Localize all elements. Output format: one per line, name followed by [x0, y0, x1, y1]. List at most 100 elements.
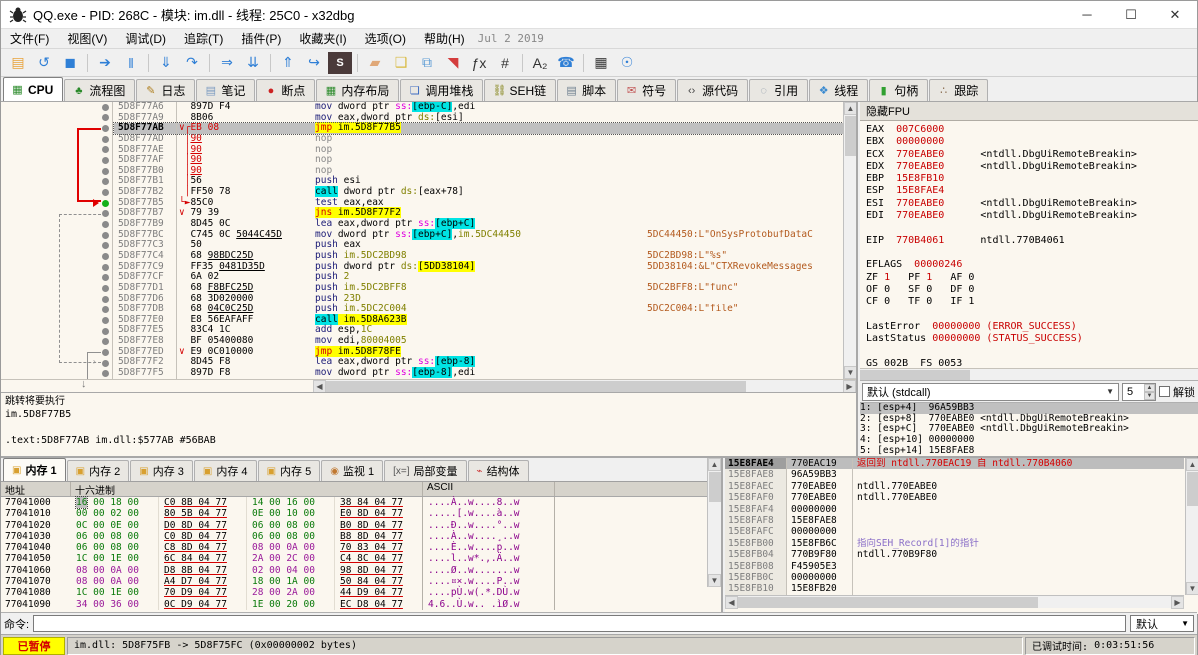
menu-item-1[interactable]: 视图(V) — [58, 28, 116, 49]
registers-horizontal-scrollbar[interactable] — [860, 369, 1198, 382]
patch-icon[interactable]: ▰ — [363, 52, 387, 74]
breakpoint-dot[interactable] — [102, 295, 109, 303]
disassembly-vertical-scrollbar[interactable]: ▲ ▼ — [843, 102, 856, 379]
breakpoint-dot[interactable] — [102, 199, 109, 207]
stack-row[interactable]: 15E8FB10 15E8FB20 — [725, 583, 1184, 595]
stack-row[interactable]: 15E8FAE4 770EAC19 返回到 ntdll.770EAC19 自 ntd… — [725, 458, 1184, 470]
breakpoint-dot[interactable] — [102, 359, 109, 367]
tab-符号[interactable]: ✉ 符号 — [617, 79, 677, 101]
calling-convention-select[interactable]: 默认 (stdcall) ▼ — [862, 382, 1119, 401]
pause-icon[interactable]: ‖ — [119, 52, 143, 74]
checkbox[interactable] — [1159, 386, 1170, 398]
stack-row[interactable]: 15E8FB04 770B9F80 ntdll.770B9F80 — [725, 549, 1184, 561]
references-icon[interactable]: ☉ — [615, 52, 639, 74]
tab-源代码[interactable]: ‹› 源代码 — [677, 79, 749, 101]
breakpoint-dot[interactable] — [102, 167, 109, 175]
tab-笔记[interactable]: ▤ 笔记 — [196, 79, 256, 101]
breakpoint-dot[interactable] — [102, 146, 109, 154]
calculator-icon[interactable]: ▦ — [589, 52, 613, 74]
tab-内存 2[interactable]: ▣ 内存 2 — [66, 460, 130, 481]
menu-item-6[interactable]: 选项(O) — [356, 28, 415, 49]
memory-row[interactable]: 77041040 06 00 08 00 C8 8D 04 77 08 00 0A 0… — [1, 542, 721, 554]
scroll-right-arrow[interactable]: ▶ — [1171, 596, 1184, 609]
tab-内存 4[interactable]: ▣ 内存 4 — [193, 460, 257, 481]
breakpoint-dot[interactable] — [102, 316, 109, 324]
tab-线程[interactable]: ❖ 线程 — [809, 79, 869, 101]
close-button[interactable]: ✕ — [1153, 1, 1197, 28]
tab-结构体[interactable]: ⌁ 结构体 — [467, 460, 529, 481]
memory-row[interactable]: 77041060 08 00 0A 00 D8 8B 04 77 02 00 04 0… — [1, 564, 721, 577]
stop-icon[interactable]: ◼ — [58, 52, 82, 74]
breakpoint-dot[interactable] — [102, 306, 109, 314]
breakpoint-dot[interactable] — [102, 125, 109, 133]
memory-row[interactable]: 77041050 1C 00 1E 00 6C 84 04 77 2A 00 2C 0… — [1, 553, 721, 565]
tab-引用[interactable]: ◌ 引用 — [749, 79, 809, 101]
tab-句柄[interactable]: ▮ 句柄 — [869, 79, 929, 101]
memory-row[interactable]: 77041000 16 00 18 00 C0 8B 04 77 14 00 16 0… — [1, 496, 721, 509]
breakpoint-dot[interactable] — [102, 114, 109, 122]
remote-icon[interactable]: ☎ — [554, 52, 578, 74]
stack-row[interactable]: 15E8FB00 15E8FB6C 指向SEH_Record[1]的指针 — [725, 537, 1184, 550]
tab-内存 3[interactable]: ▣ 内存 3 — [130, 460, 193, 481]
breakpoint-dot[interactable] — [102, 327, 109, 335]
stack-vertical-scrollbar[interactable]: ▲ ▼ — [1185, 458, 1198, 595]
disasm-row[interactable]: 5D8F77B0 │90 nop — [114, 165, 843, 177]
breakpoint-dot[interactable] — [102, 370, 109, 378]
scroll-down-arrow[interactable]: ▼ — [844, 366, 856, 379]
run-icon[interactable]: ➔ — [93, 52, 117, 74]
stack-horizontal-scrollbar[interactable]: ◀ ▶ — [725, 595, 1184, 609]
stack-row[interactable]: 15E8FB0C 00000000 — [725, 571, 1184, 584]
unlock-checkbox[interactable]: 解锁 — [1159, 384, 1197, 400]
stack-row[interactable]: 15E8FAEC 770EABE0 ntdll.770EABE0 — [725, 480, 1184, 493]
scroll-up-arrow[interactable]: ▲ — [844, 102, 856, 115]
comments-icon[interactable]: ❑ — [389, 52, 413, 74]
scroll-thumb[interactable] — [845, 116, 856, 156]
stack-row[interactable]: 15E8FAF8 15E8FAE8 — [725, 514, 1184, 527]
animate-into-icon[interactable]: ⇒ — [215, 52, 239, 74]
breakpoint-dot[interactable] — [102, 135, 109, 143]
argument-count-spinner[interactable]: 5 ▲ ▼ — [1122, 382, 1156, 401]
breakpoint-dot[interactable] — [102, 348, 109, 356]
argument-row[interactable]: 4: [esp+10] 00000000 — [860, 434, 1198, 446]
step-over-icon[interactable]: ↷ — [180, 52, 204, 74]
memory-row[interactable]: 77041090 34 00 36 00 0C D9 04 77 1E 00 20 0… — [1, 598, 721, 610]
menu-item-5[interactable]: 收藏夹(I) — [290, 28, 355, 49]
memory-row[interactable]: 77041070 08 00 0A 00 A4 D7 04 77 18 00 1A 0… — [1, 576, 721, 588]
bookmarks-icon[interactable]: ◥ — [441, 52, 465, 74]
disasm-row[interactable]: 5D8F77B5 └►85C0 test eax,eax — [114, 197, 843, 209]
stack-row[interactable]: 15E8FAE8 96A59BB3 — [725, 469, 1184, 481]
spin-up-icon[interactable]: ▲ — [1144, 383, 1155, 392]
hide-fpu-button[interactable]: 隐藏FPU — [866, 103, 910, 119]
disasm-row[interactable]: 5D8F77AD │90 nop — [114, 133, 843, 145]
menu-item-3[interactable]: 追踪(T) — [175, 28, 232, 49]
breakpoint-dot[interactable] — [102, 242, 109, 250]
scroll-up-arrow[interactable]: ▲ — [708, 458, 721, 471]
menu-item-0[interactable]: 文件(F) — [1, 28, 58, 49]
breakpoint-dot[interactable] — [102, 338, 109, 346]
tab-监视 1[interactable]: ◉ 监视 1 — [321, 460, 384, 481]
scroll-left-arrow[interactable]: ◀ — [725, 596, 738, 609]
disasm-row[interactable]: 5D8F77AE │90 nop — [114, 144, 843, 156]
tab-SEH链[interactable]: ⛓ SEH链 — [484, 79, 557, 101]
scroll-thumb[interactable] — [860, 370, 970, 381]
tab-调用堆栈[interactable]: ❏ 调用堆栈 — [400, 79, 484, 101]
breakpoint-dot[interactable] — [102, 284, 109, 292]
argument-row[interactable]: 5: [esp+14] 15E8FAE8 — [860, 445, 1198, 456]
breakpoint-dot[interactable] — [102, 263, 109, 271]
scroll-down-arrow[interactable]: ▼ — [708, 574, 721, 587]
open-file-icon[interactable]: ▤ — [6, 52, 30, 74]
disasm-row[interactable]: 5D8F77F5 897D F8 mov dword ptr ss:[ebp-8]… — [114, 367, 843, 379]
stack-row[interactable]: 15E8FAF4 00000000 — [725, 503, 1184, 515]
functions-icon[interactable]: ƒx — [467, 52, 491, 74]
tab-内存 5[interactable]: ▣ 内存 5 — [257, 460, 321, 481]
scroll-down-arrow[interactable]: ▼ — [1186, 582, 1198, 595]
breakpoint-dot[interactable] — [102, 103, 109, 111]
breakpoint-dot[interactable] — [102, 157, 109, 165]
breakpoint-dot[interactable] — [102, 221, 109, 229]
menu-item-7[interactable]: 帮助(H) — [415, 28, 474, 49]
animate-over-icon[interactable]: ⇊ — [241, 52, 265, 74]
breakpoint-dot[interactable] — [102, 178, 109, 186]
memory-row[interactable]: 77041020 0C 00 0E 00 D0 8D 04 77 06 00 08 0… — [1, 519, 721, 531]
memory-vertical-scrollbar[interactable]: ▲ ▼ — [707, 458, 721, 587]
run-until-return-icon[interactable]: ⇑ — [276, 52, 300, 74]
